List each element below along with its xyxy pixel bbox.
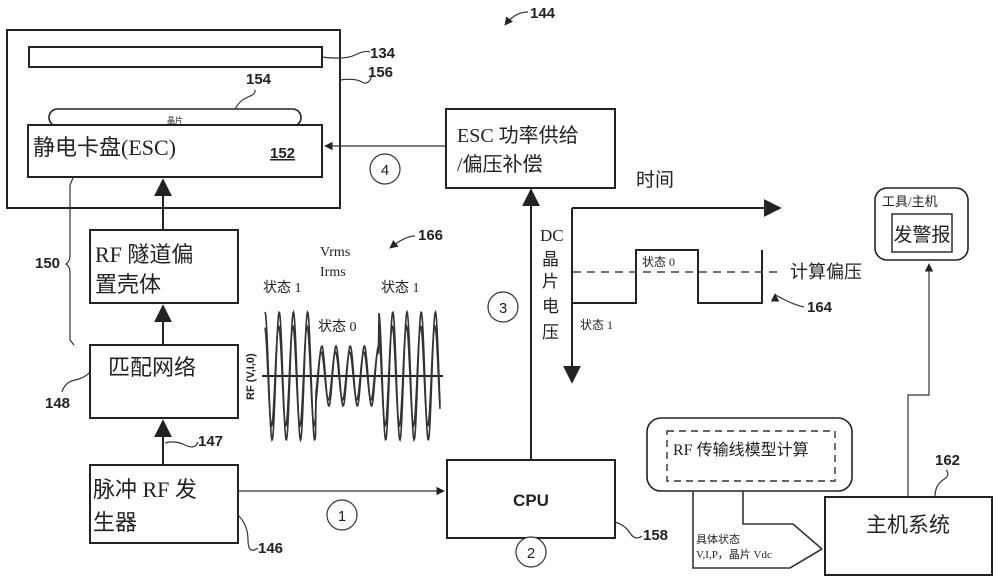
rf-axis-label: RF (V,I,0) <box>245 353 257 400</box>
svg-text:4: 4 <box>381 162 389 179</box>
svg-text:144: 144 <box>530 5 556 22</box>
plasma-chamber: 134 156 晶片 154 静电卡盘(ESC) 152 <box>6 29 396 209</box>
dc-state0-label: 状态 0 <box>642 255 675 269</box>
irms-label: Irms <box>320 265 346 280</box>
esc-power-supply <box>445 108 616 189</box>
leader-162 <box>934 469 949 498</box>
ref-164: 164 <box>807 299 833 316</box>
ref-158: 158 <box>643 527 668 544</box>
ref-154: 154 <box>246 71 272 88</box>
host-system-label: 主机系统 <box>866 513 950 537</box>
computed-bias-label: 计算偏压 <box>790 262 862 282</box>
generator-label-2: 生器 <box>93 510 137 535</box>
voltage-axis-label-char: 晶 <box>542 250 559 269</box>
ref-146: 146 <box>258 540 283 557</box>
diagram-canvas: 144 134 156 晶片 154 静电卡盘(ESC) 152 150 RF … <box>6 5 993 576</box>
svg-text:150: 150 <box>35 255 60 272</box>
rf-tunnel-label-2: 置壳体 <box>95 272 161 297</box>
esc-supply-label-2: /偏压补偿 <box>457 153 543 176</box>
state1-left-label: 状态 1 <box>263 280 302 296</box>
vrms-label: Vrms <box>320 245 350 260</box>
pointer-166 <box>389 235 416 249</box>
alarm-label: 发警报 <box>893 224 950 246</box>
leader-146 <box>237 514 259 551</box>
step-1-marker: 1 <box>326 499 358 531</box>
upper-electrode <box>28 46 323 68</box>
rf-model-label: RF 传输线模型计算 <box>673 440 809 459</box>
esc-supply-label-1: ESC 功率供给 <box>457 124 579 147</box>
time-axis-label: 时间 <box>636 169 674 191</box>
svg-text:1: 1 <box>338 508 346 525</box>
voltage-axis-label-char: 电 <box>542 297 559 316</box>
leader-148 <box>61 371 91 393</box>
callout-label-1: 具体状态 <box>696 532 740 546</box>
arrow-host-to-alarm <box>907 263 934 497</box>
state1-right-label: 状态 1 <box>381 280 420 296</box>
ref-147: 147 <box>198 433 223 450</box>
rf-tunnel-label-1: RF 隧道偏 <box>95 242 193 267</box>
match-network-label: 匹配网络 <box>108 355 196 380</box>
cpu-label: CPU <box>513 491 549 510</box>
generator-label-1: 脉冲 RF 发 <box>93 477 197 502</box>
svg-text:3: 3 <box>499 300 507 317</box>
state0-label: 状态 0 <box>318 319 357 335</box>
voltage-axis-label-char: 片 <box>542 272 559 291</box>
leader-147 <box>164 441 199 448</box>
dc-voltage-plot: 时间 DC 晶 片 电 压 状态 0 状态 1 计算偏压 164 <box>540 169 862 384</box>
ref-134: 134 <box>370 45 396 62</box>
tool-host-title: 工具/主机 <box>882 194 938 209</box>
wafer-label: 晶片 <box>167 115 183 125</box>
voltage-axis-label-char: 压 <box>542 323 559 342</box>
ref-166: 166 <box>418 227 443 244</box>
step-4-marker: 4 <box>369 153 401 185</box>
step-3-marker: 3 <box>487 291 519 323</box>
esc-label: 静电卡盘(ESC) <box>33 135 176 160</box>
dc-state1-label: 状态 1 <box>580 318 613 332</box>
ref-162: 162 <box>935 452 960 469</box>
ref-156: 156 <box>368 64 393 81</box>
svg-text:2: 2 <box>527 545 535 562</box>
step-2-marker: 2 <box>515 536 547 568</box>
callout-label-2: V,I,P，晶片 Vdc <box>696 548 772 561</box>
main-figure-ref: 144 <box>504 5 556 26</box>
voltage-axis-label-dc: DC <box>540 226 564 245</box>
rf-waveform-plot: 166 Vrms Irms 状态 1 状态 1 状态 0 RF (V,I,0) <box>245 227 443 443</box>
ref-152: 152 <box>270 145 295 162</box>
leader-158 <box>614 521 643 539</box>
pointer-164 <box>770 293 805 308</box>
ref-148: 148 <box>45 395 70 412</box>
